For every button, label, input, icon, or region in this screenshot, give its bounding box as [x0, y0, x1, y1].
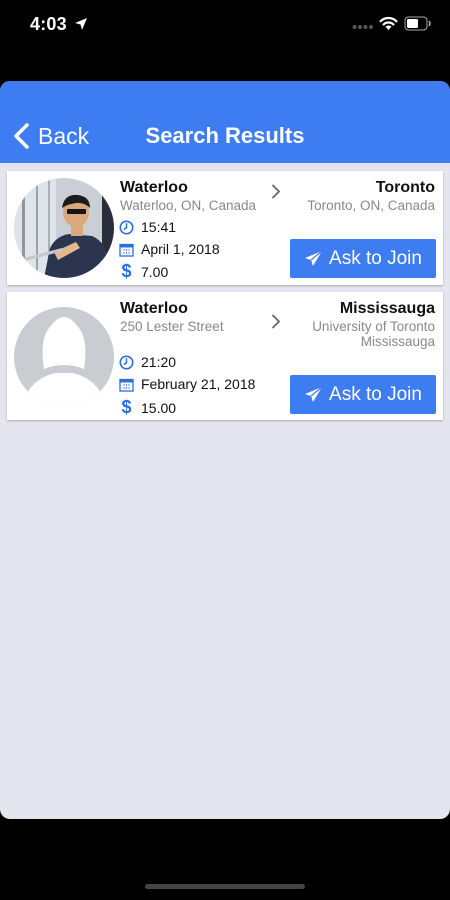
- destination-address: Toronto, ON, Canada: [307, 198, 435, 213]
- avatar: [14, 178, 114, 278]
- origin-address: Waterloo, ON, Canada: [120, 198, 257, 213]
- battery-icon: [404, 16, 431, 31]
- destination-city: Toronto: [375, 179, 435, 196]
- status-time: 4:03: [30, 14, 67, 34]
- chevron-right-icon: [272, 184, 281, 199]
- clock-icon: [119, 355, 134, 370]
- search-results-screen: Back Search Results Waterloo Waterloo, O…: [0, 81, 450, 819]
- location-arrow-icon: [75, 18, 87, 30]
- origin-address: 250 Lester Street: [120, 319, 224, 334]
- ask-to-join-button[interactable]: Ask to Join: [290, 239, 436, 278]
- ask-to-join-button[interactable]: Ask to Join: [290, 375, 436, 414]
- clock-icon: [119, 220, 134, 235]
- destination-address-line2: Mississauga: [360, 334, 435, 349]
- price-row: $ 15.00: [119, 397, 176, 418]
- signal-icon: [352, 25, 373, 29]
- departure-time-row: 15:41: [119, 219, 176, 235]
- wifi-icon: [379, 16, 398, 30]
- ask-to-join-label: Ask to Join: [329, 247, 422, 269]
- avatar-placeholder: [14, 307, 114, 407]
- departure-date-row: February 21, 2018: [119, 376, 255, 392]
- origin-city: Waterloo: [120, 179, 188, 196]
- departure-date: February 21, 2018: [141, 376, 256, 392]
- destination-address-line1: University of Toronto: [312, 319, 435, 334]
- result-card[interactable]: Waterloo Waterloo, ON, Canada Toronto To…: [7, 171, 443, 285]
- destination-city: Mississauga: [339, 300, 435, 317]
- price: 15.00: [141, 399, 177, 416]
- status-bar: 4:03: [0, 0, 450, 50]
- calendar-icon: [119, 377, 134, 392]
- page-title: Search Results: [145, 123, 305, 148]
- price-row: $ 7.00: [119, 261, 168, 282]
- send-icon: [305, 386, 323, 402]
- ask-to-join-label: Ask to Join: [329, 383, 422, 405]
- departure-date: April 1, 2018: [141, 241, 220, 257]
- price: 7.00: [141, 263, 169, 280]
- send-icon: [305, 250, 323, 266]
- dollar-icon: $: [121, 397, 132, 417]
- departure-time: 15:41: [141, 219, 177, 235]
- dollar-icon: $: [121, 261, 132, 281]
- result-card[interactable]: Waterloo 250 Lester Street Mississauga U…: [7, 292, 443, 420]
- departure-time: 21:20: [141, 354, 177, 370]
- origin-city: Waterloo: [120, 300, 188, 317]
- navigation-bar: Back Search Results: [0, 81, 450, 163]
- departure-time-row: 21:20: [119, 354, 176, 370]
- calendar-icon: [119, 242, 134, 257]
- departure-date-row: April 1, 2018: [119, 241, 220, 257]
- home-indicator[interactable]: [145, 884, 305, 889]
- chevron-right-icon: [272, 314, 281, 329]
